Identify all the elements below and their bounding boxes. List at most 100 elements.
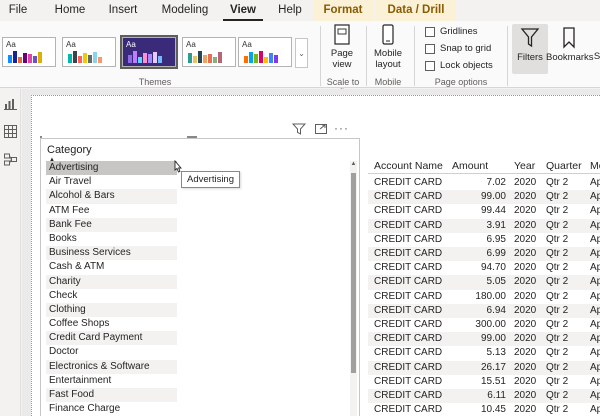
slicer-item[interactable]: Electronics & Software [46, 359, 177, 374]
table-row[interactable]: CREDIT CARD 7.02 2020 Qtr 2 Apr [368, 176, 600, 190]
table-row[interactable]: CREDIT CARD 3.91 2020 Qtr 2 Apr [368, 218, 600, 233]
menu-bar: File Home Insert Modeling View Help Format Data… [0, 0, 600, 21]
lock-objects-checkbox[interactable]: Lock objects [425, 60, 493, 71]
slicer-item[interactable]: Entertainment [46, 374, 177, 388]
table-cell: 2020 [514, 262, 537, 274]
mobile-layout-button[interactable]: Mobile layout [370, 24, 406, 70]
table-row[interactable]: CREDIT CARD 180.00 2020 Qtr 2 Apr [368, 290, 600, 304]
selection-label: S [593, 51, 600, 62]
table-row[interactable]: CREDIT CARD 99.00 2020 Qtr 2 Apr [368, 190, 600, 205]
menu-tab-modeling[interactable]: Modeling [153, 0, 217, 21]
gridlines-checkbox[interactable]: Gridlines [425, 26, 478, 37]
theme-swatch-2[interactable]: Aa [62, 37, 116, 67]
table-cell: 10.45 [480, 404, 506, 416]
theme-swatch-3[interactable]: Aa [120, 35, 178, 69]
slicer-item[interactable]: Finance Charge [46, 402, 177, 416]
table-row[interactable]: CREDIT CARD 99.44 2020 Qtr 2 Apr [368, 204, 600, 218]
table-row[interactable]: CREDIT CARD 6.99 2020 Qtr 2 Apr [368, 247, 600, 262]
table-cell: Apr [590, 205, 600, 217]
slicer-item[interactable]: Doctor [46, 345, 177, 359]
scroll-up-icon[interactable]: ▲ [350, 161, 357, 167]
table-row[interactable]: CREDIT CARD 6.11 2020 Qtr 2 Apr [368, 389, 600, 404]
menu-tab-view[interactable]: View [223, 0, 263, 21]
filters-label: Filters [517, 52, 543, 63]
themes-dropdown-button[interactable]: ⌄ [295, 38, 308, 68]
table-row[interactable]: CREDIT CARD 10.45 2020 Qtr 2 Apr [368, 403, 600, 416]
theme-swatch-4[interactable]: Aa [182, 37, 236, 67]
menu-tab-home[interactable]: Home [47, 0, 93, 21]
table-cell: CREDIT CARD [374, 304, 443, 316]
bookmarks-pane-button[interactable]: Bookmarks [546, 24, 594, 74]
selection-pane-button[interactable]: S [592, 51, 600, 62]
slicer-item[interactable]: Bank Fee [46, 217, 177, 232]
filters-pane-button[interactable]: Filters [512, 24, 548, 74]
slicer-item[interactable]: Check [46, 289, 177, 303]
table-cell: Apr [590, 390, 600, 401]
column-header-account-name[interactable]: Account Name [374, 160, 443, 172]
slicer-item[interactable]: Cash & ATM [46, 260, 177, 274]
slicer-item[interactable]: Advertising [46, 161, 177, 176]
table-cell: Qtr 2 [546, 361, 569, 373]
slicer-item[interactable]: Credit Card Payment [46, 331, 177, 346]
slicer-item[interactable]: Air Travel [46, 175, 177, 189]
column-header-year[interactable]: Year [514, 160, 535, 172]
transactions-table: Account Name Amount Year Quarter Mo CRED… [368, 158, 600, 416]
theme-swatch-1[interactable]: Aa [2, 37, 56, 67]
table-row[interactable]: CREDIT CARD 6.95 2020 Qtr 2 Apr [368, 233, 600, 247]
slicer-title: Category [47, 144, 92, 156]
table-cell: Apr [590, 177, 600, 188]
slicer-item[interactable]: Charity [46, 274, 177, 289]
focus-mode-icon[interactable] [314, 123, 328, 135]
more-options-icon[interactable]: ··· [334, 121, 348, 135]
table-cell: 94.70 [480, 262, 506, 274]
slicer-scrollbar[interactable]: ▲ [350, 161, 357, 416]
slicer-item[interactable]: Coffee Shops [46, 317, 177, 331]
model-view-icon[interactable] [4, 153, 17, 166]
table-cell: Apr [590, 404, 600, 416]
table-cell: 99.00 [480, 333, 506, 345]
table-row[interactable]: CREDIT CARD 26.17 2020 Qtr 2 Apr [368, 360, 600, 375]
table-row[interactable]: CREDIT CARD 300.00 2020 Qtr 2 Apr [368, 318, 600, 332]
table-cell: CREDIT CARD [374, 347, 443, 359]
slicer-item[interactable]: Clothing [46, 302, 177, 318]
page-view-button[interactable]: Page view [326, 24, 358, 70]
table-cell: 6.94 [486, 304, 506, 316]
menu-tab-help[interactable]: Help [270, 0, 310, 21]
table-cell: Apr [590, 191, 600, 203]
table-row[interactable]: CREDIT CARD 5.13 2020 Qtr 2 Apr [368, 346, 600, 360]
column-header-quarter[interactable]: Quarter [546, 160, 582, 172]
table-row[interactable]: CREDIT CARD 99.00 2020 Qtr 2 Apr [368, 332, 600, 347]
table-cell: CREDIT CARD [374, 177, 443, 188]
column-header-amount[interactable]: Amount [452, 160, 488, 172]
data-view-icon[interactable] [4, 125, 17, 138]
filter-icon[interactable] [292, 123, 306, 135]
menu-tab-data-drill[interactable]: Data / Drill [376, 0, 456, 21]
slicer-list: Advertising Air Travel Alcohol & Bars ATM F… [46, 161, 177, 416]
table-row[interactable]: CREDIT CARD 5.05 2020 Qtr 2 Apr [368, 275, 600, 290]
slicer-item[interactable]: Books [46, 232, 177, 246]
mobile-layout-label: Mobile layout [374, 48, 402, 70]
menu-tab-insert[interactable]: Insert [99, 0, 147, 21]
slicer-item[interactable]: Fast Food [46, 388, 177, 403]
table-cell: CREDIT CARD [374, 191, 443, 203]
menu-tab-file[interactable]: File [0, 0, 36, 21]
report-view-icon[interactable] [4, 97, 17, 110]
theme-swatch-text: Aa [242, 40, 252, 49]
slicer-item[interactable]: Business Services [46, 246, 177, 261]
table-row[interactable]: CREDIT CARD 15.51 2020 Qtr 2 Apr [368, 375, 600, 389]
slicer-item[interactable]: Alcohol & Bars [46, 189, 177, 204]
table-cell: 2020 [514, 290, 537, 302]
theme-swatch-5[interactable]: Aa [238, 37, 292, 67]
checkbox-icon [425, 60, 435, 71]
snap-to-grid-checkbox[interactable]: Snap to grid [425, 43, 491, 54]
table-cell: 99.44 [480, 205, 506, 217]
table-row[interactable]: CREDIT CARD 6.94 2020 Qtr 2 Apr [368, 303, 600, 318]
table-cell: 99.00 [480, 191, 506, 203]
menu-tab-format[interactable]: Format [313, 0, 373, 21]
table-cell: Apr [590, 361, 600, 373]
scrollbar-thumb[interactable] [351, 173, 356, 373]
slicer-item[interactable]: ATM Fee [46, 204, 177, 218]
table-row[interactable]: CREDIT CARD 94.70 2020 Qtr 2 Apr [368, 261, 600, 275]
column-header-month[interactable]: Mo [590, 160, 600, 172]
theme-swatch-text: Aa [126, 40, 136, 49]
